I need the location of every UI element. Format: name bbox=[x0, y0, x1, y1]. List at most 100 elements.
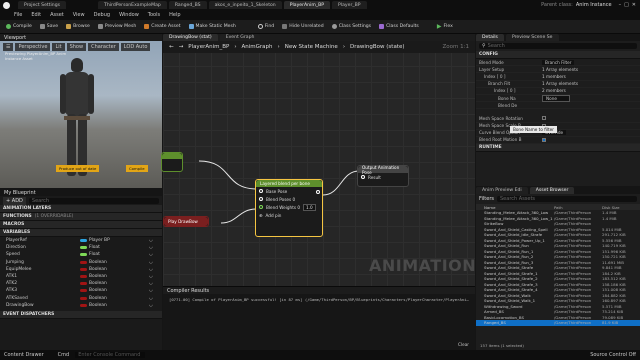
minimize-icon[interactable]: – bbox=[619, 2, 622, 8]
asset-row[interactable]: Sword_And_Shield_Idle_Strafe/Game/ThirdP… bbox=[476, 232, 640, 238]
asset-row[interactable]: Armed_BS/Game/ThirdPerson 75.214 KiB bbox=[476, 309, 640, 315]
viewport-tab[interactable]: Viewport bbox=[4, 35, 26, 41]
lod-button[interactable]: LOD Auto bbox=[120, 43, 151, 51]
visibility-icon[interactable]: ◡ bbox=[149, 245, 153, 250]
output-pose-node[interactable]: Output Animation Pose Result bbox=[357, 165, 409, 187]
content-drawer-button[interactable]: Content Drawer bbox=[4, 352, 44, 358]
class-settings-button[interactable]: Class Settings bbox=[328, 22, 375, 32]
asset-row[interactable]: Sword_And_Shield_Run/Game/ThirdPerson 140… bbox=[476, 243, 640, 249]
tab-anim-preview[interactable]: Anim Preview Edi bbox=[476, 187, 528, 194]
perspective-button[interactable]: Perspective bbox=[15, 43, 51, 51]
section-macros[interactable]: MACROS bbox=[0, 221, 162, 229]
tab-project-settings[interactable]: Project Settings bbox=[18, 1, 67, 9]
asset-row[interactable]: Sword_And_Shield_Strafe_1/Game/ThirdPers… bbox=[476, 271, 640, 277]
asset-row[interactable]: Sword_And_Shield_Strafe/Game/ThirdPerson… bbox=[476, 265, 640, 271]
make-static-mesh-button[interactable]: Make Static Mesh bbox=[185, 22, 240, 32]
compiler-tab[interactable]: Compiler Results bbox=[167, 288, 209, 294]
asset-row[interactable]: Sword_And_Shield_Power_Up_1/Game/ThirdPe… bbox=[476, 238, 640, 244]
variable-row[interactable]: Direction Float ◡ bbox=[0, 244, 162, 251]
visibility-icon[interactable]: ◡ bbox=[149, 238, 153, 243]
blend-weights-pin[interactable]: Blend Weights 0 1.0 bbox=[256, 203, 322, 211]
visibility-icon[interactable]: ◡ bbox=[149, 296, 153, 301]
tab-player-bp[interactable]: Player_BP bbox=[332, 1, 367, 9]
close-icon[interactable]: ✕ bbox=[632, 2, 636, 8]
variable-type[interactable]: Boolean bbox=[89, 274, 149, 279]
variable-row[interactable]: ATK2 Boolean ◡ bbox=[0, 280, 162, 287]
viewport-menu-button[interactable]: ☰ bbox=[3, 43, 14, 51]
show-button[interactable]: Show bbox=[66, 43, 87, 51]
add-button[interactable]: + ADD bbox=[3, 196, 26, 205]
hide-unrelated-button[interactable]: Hide Unrelated bbox=[278, 22, 327, 32]
output-pose-pin[interactable] bbox=[316, 190, 320, 194]
variable-type[interactable]: Float bbox=[89, 245, 149, 250]
col-name[interactable]: Name bbox=[476, 205, 554, 210]
tab-skeleton[interactable]: akos_e_inpeito_1_Skeleton bbox=[208, 1, 282, 9]
variable-type[interactable]: Player BP bbox=[89, 238, 149, 243]
menu-asset[interactable]: Asset bbox=[50, 12, 64, 18]
parent-class-value[interactable]: Anim Instance bbox=[576, 2, 612, 8]
asset-row[interactable]: Sword_And_Shield_Casting_Spell/Game/Thir… bbox=[476, 227, 640, 233]
tab-drawingbow-state[interactable]: DrawingBow (stat) bbox=[163, 34, 218, 41]
filters-button[interactable]: Filters bbox=[479, 196, 494, 202]
my-blueprint-tab[interactable]: My Blueprint bbox=[4, 190, 36, 196]
variable-row[interactable]: EquipMelee Boolean ◡ bbox=[0, 266, 162, 273]
viewport-compile-badge[interactable]: Compile bbox=[126, 165, 148, 172]
viewport-panel[interactable]: Viewport ☰ Perspective Lit Show Characte… bbox=[0, 34, 162, 188]
tab-details[interactable]: Details bbox=[476, 34, 504, 41]
compile-button[interactable]: Compile bbox=[2, 22, 36, 32]
variable-type[interactable]: Boolean bbox=[89, 303, 149, 308]
section-functions[interactable]: FUNCTIONS (1 OVERRIDABLE) bbox=[0, 213, 162, 221]
unreal-logo-icon[interactable] bbox=[3, 1, 10, 9]
checkbox[interactable] bbox=[542, 137, 546, 142]
maximize-icon[interactable]: □ bbox=[624, 2, 629, 8]
col-path[interactable]: Path bbox=[554, 205, 602, 210]
console-input[interactable]: Enter Console Command bbox=[75, 352, 146, 358]
checkbox[interactable] bbox=[542, 116, 546, 121]
variable-row[interactable]: DrawingBow Boolean ◡ bbox=[0, 302, 162, 309]
preview-mesh-button[interactable]: Preview Mesh bbox=[94, 22, 140, 32]
config-section[interactable]: CONFIG bbox=[476, 51, 640, 59]
variable-type[interactable]: Boolean bbox=[89, 296, 149, 301]
bone-name-input[interactable]: None bbox=[542, 94, 570, 102]
asset-row[interactable]: Ranged_BS/Game/ThirdPerson 81.9 KiB bbox=[476, 320, 640, 326]
asset-row[interactable]: Sword_And_Shield_Walk_1/Game/ThirdPerson… bbox=[476, 298, 640, 304]
section-event-dispatchers[interactable]: EVENT DISPATCHERS bbox=[0, 310, 162, 319]
breadcrumb-item[interactable]: PlayerAnim_BP bbox=[188, 44, 229, 50]
visibility-icon[interactable]: ◡ bbox=[149, 274, 153, 279]
class-defaults-button[interactable]: Class Defaults bbox=[375, 22, 423, 32]
browse-button[interactable]: Browse bbox=[62, 22, 94, 32]
asset-row[interactable]: Standing_Melee_Attack_360_Low_1/Game/Thi… bbox=[476, 216, 640, 222]
tab-ranged-bs[interactable]: Ranged_BS bbox=[168, 1, 207, 9]
menu-tools[interactable]: Tools bbox=[148, 12, 160, 18]
runtime-section[interactable]: RUNTIME bbox=[476, 144, 640, 153]
variable-type[interactable]: Float bbox=[89, 252, 149, 257]
variable-row[interactable]: ATK3 Boolean ◡ bbox=[0, 287, 162, 294]
asset-row[interactable]: Sword_And_Shield_Strafe_2/Game/ThirdPers… bbox=[476, 276, 640, 282]
asset-row[interactable]: BasicLocomotion_BS/Game/ThirdPerson 79.08… bbox=[476, 315, 640, 321]
tab-asset-browser[interactable]: Asset Browser bbox=[529, 187, 575, 194]
blend-poses-pin[interactable]: Blend Poses 0 bbox=[256, 195, 322, 203]
forward-icon[interactable]: → bbox=[179, 44, 184, 50]
visibility-icon[interactable]: ◡ bbox=[149, 252, 153, 257]
asset-row[interactable]: Sword_And_Shield_Run_3/Game/ThirdPerson 1… bbox=[476, 260, 640, 266]
add-pin-button[interactable]: ⊕ Add pin bbox=[256, 211, 322, 219]
menu-help[interactable]: Help bbox=[169, 12, 180, 18]
section-variables[interactable]: VARIABLES bbox=[0, 229, 162, 237]
asset-row[interactable]: Standing_Melee_Attack_360_Low/Game/Third… bbox=[476, 210, 640, 216]
visibility-icon[interactable]: ◡ bbox=[149, 281, 153, 286]
create-asset-button[interactable]: Create Asset bbox=[140, 22, 184, 32]
menu-window[interactable]: Window bbox=[119, 12, 139, 18]
visibility-icon[interactable]: ◡ bbox=[149, 303, 153, 308]
tab-map[interactable]: ThirdPersonExampleMap bbox=[98, 1, 167, 9]
prop-value[interactable]: Branch Filter bbox=[542, 59, 575, 65]
tab-preview-scene[interactable]: Preview Scene Se bbox=[505, 34, 559, 41]
clear-button[interactable]: Clear bbox=[458, 342, 469, 347]
blueprint-search-input[interactable]: Search bbox=[28, 197, 159, 204]
save-button[interactable]: Save bbox=[36, 22, 62, 32]
state-machine-node[interactable] bbox=[161, 152, 183, 172]
cmd-button[interactable]: Cmd bbox=[58, 352, 70, 358]
source-control-status[interactable]: Source Control Off bbox=[590, 352, 636, 358]
breadcrumb-item[interactable]: DrawingBow (state) bbox=[350, 44, 404, 50]
character-button[interactable]: Character bbox=[88, 43, 119, 51]
variable-type[interactable]: Boolean bbox=[89, 288, 149, 293]
